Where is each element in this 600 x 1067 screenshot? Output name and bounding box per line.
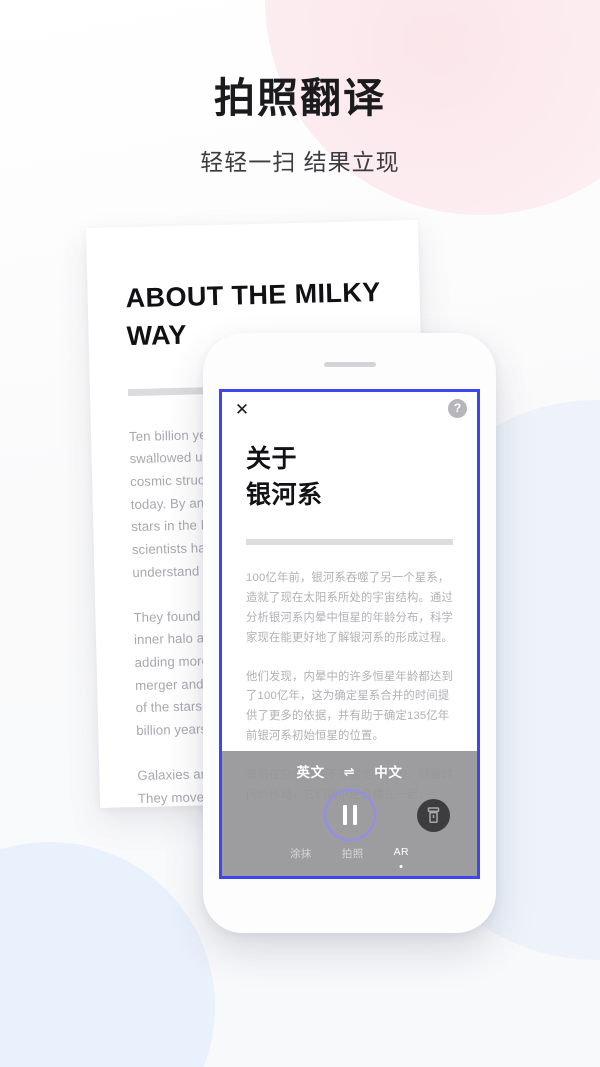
camera-mode-tab-smear[interactable]: 涂抹: [290, 846, 312, 869]
translation-title-line2: 银河系: [246, 480, 323, 509]
pause-bar-left: [342, 805, 347, 825]
phone-screen: ✕ ? 关于银河系 100亿年前，银河系吞噬了另一个星系，造就了现在太阳系所处的…: [219, 389, 480, 879]
translation-title-line1: 关于: [246, 445, 298, 473]
camera-control-overlay: 英文 ⇌ 中文 涂抹 拍照 AR: [222, 751, 477, 876]
hero-section: 拍照翻译 轻轻一扫 结果立现: [0, 74, 600, 177]
translation-content: 关于银河系 100亿年前，银河系吞噬了另一个星系，造就了现在太阳系所处的宇宙结构…: [222, 434, 477, 806]
translation-divider: [246, 539, 453, 545]
camera-mode-tab-photo[interactable]: 拍照: [342, 846, 364, 869]
app-background: 拍照翻译 轻轻一扫 结果立现 ABOUT THE MILKY WAY Ten b…: [0, 0, 600, 1067]
pause-bar-right: [352, 805, 357, 825]
phone-mockup: ✕ ? 关于银河系 100亿年前，银河系吞噬了另一个星系，造就了现在太阳系所处的…: [203, 333, 496, 933]
phone-speaker-grille: [323, 362, 376, 367]
swap-languages-icon[interactable]: ⇌: [344, 765, 356, 778]
translation-title: 关于 银河系: [246, 442, 453, 513]
decorative-blue-blob-left: [0, 842, 215, 1067]
target-language-button[interactable]: 中文: [374, 761, 402, 781]
page-subtitle: 轻轻一扫 结果立现: [200, 149, 400, 176]
flashlight-button[interactable]: [417, 799, 450, 832]
close-icon[interactable]: ✕: [233, 401, 251, 419]
camera-mode-tabs: 涂抹 拍照 AR: [222, 846, 477, 869]
camera-actions: [222, 785, 477, 847]
language-selector-row: 英文 ⇌ 中文: [222, 751, 477, 781]
translation-paragraph: 他们发现，内晕中的许多恒星年龄都达到了100亿年，这为确定星系合并的时间提供了更…: [246, 670, 453, 743]
translation-topbar: ✕ ?: [222, 392, 477, 434]
translation-paragraph: 100亿年前，银河系吞噬了另一个星系，造就了现在太阳系所处的宇宙结构。通过分析银…: [246, 572, 453, 644]
page-title: 拍照翻译: [214, 75, 386, 121]
source-language-button[interactable]: 英文: [297, 761, 325, 781]
camera-mode-tab-ar[interactable]: AR: [394, 846, 409, 869]
help-icon[interactable]: ?: [448, 399, 467, 418]
shutter-pause-button[interactable]: [323, 789, 376, 841]
flashlight-icon: [427, 807, 440, 823]
